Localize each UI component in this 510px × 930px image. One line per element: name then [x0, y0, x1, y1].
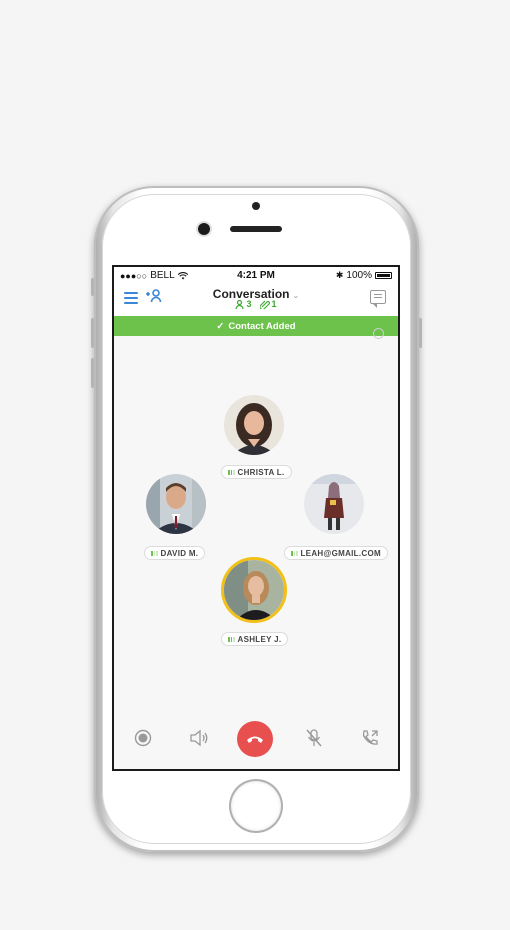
speaker-icon[interactable] [189, 729, 209, 752]
power-button [419, 318, 422, 348]
avatar [224, 395, 284, 455]
phone-screen: ●●●○○ BELL 4:21 PM ✱ 100% Conversation ⌄… [112, 265, 400, 771]
attachments-count-badge[interactable]: 1 [259, 299, 277, 309]
paperclip-icon [259, 300, 270, 309]
chat-icon[interactable] [370, 290, 386, 308]
battery-percent: 100% [346, 270, 372, 281]
person-icon [235, 299, 245, 309]
participants-count-badge[interactable]: 3 [235, 299, 252, 309]
battery-icon [375, 272, 392, 279]
participant-label: DAVID M. [144, 546, 206, 560]
avatar [304, 474, 364, 534]
dismiss-icon[interactable] [373, 328, 384, 339]
record-icon[interactable] [134, 729, 152, 752]
mute-icon[interactable] [306, 729, 322, 752]
nav-bar: Conversation ⌄ 3 1 [114, 284, 398, 316]
participant-label: CHRISTA L. [221, 465, 292, 479]
participant-label: ASHLEY J. [221, 632, 289, 646]
audio-level-icon [228, 636, 235, 642]
app-screen: ●●●○○ BELL 4:21 PM ✱ 100% Conversation ⌄… [114, 267, 398, 769]
audio-level-icon [291, 550, 298, 556]
participant-label: LEAH@GMAIL.COM [284, 546, 388, 560]
participant-name: LEAH@GMAIL.COM [300, 548, 381, 558]
contact-added-banner: ✓ Contact Added [114, 316, 398, 336]
earpiece-speaker [230, 226, 282, 232]
bluetooth-icon: ✱ [335, 270, 344, 280]
volume-down-button [91, 358, 94, 388]
transfer-call-icon[interactable] [361, 729, 379, 752]
participant-name: CHRISTA L. [237, 467, 285, 477]
participant-name: ASHLEY J. [237, 634, 282, 644]
check-icon: ✓ [216, 320, 225, 332]
status-right: ✱ 100% [336, 270, 392, 281]
front-camera [198, 223, 210, 235]
end-call-icon[interactable] [237, 721, 273, 757]
volume-up-button [91, 318, 94, 348]
participant-name: DAVID M. [160, 548, 199, 558]
participants-count: 3 [246, 299, 252, 309]
banner-text: Contact Added [228, 320, 296, 332]
attachments-count: 1 [271, 299, 277, 309]
avatar [146, 474, 206, 534]
proximity-sensor [252, 202, 260, 210]
home-button[interactable] [231, 781, 281, 831]
mute-switch [91, 278, 94, 296]
conversation-stats: 3 1 [114, 299, 398, 309]
audio-level-icon [228, 469, 235, 475]
audio-level-icon [151, 550, 158, 556]
status-bar: ●●●○○ BELL 4:21 PM ✱ 100% [114, 267, 398, 284]
call-controls [114, 721, 398, 761]
avatar [224, 560, 284, 620]
